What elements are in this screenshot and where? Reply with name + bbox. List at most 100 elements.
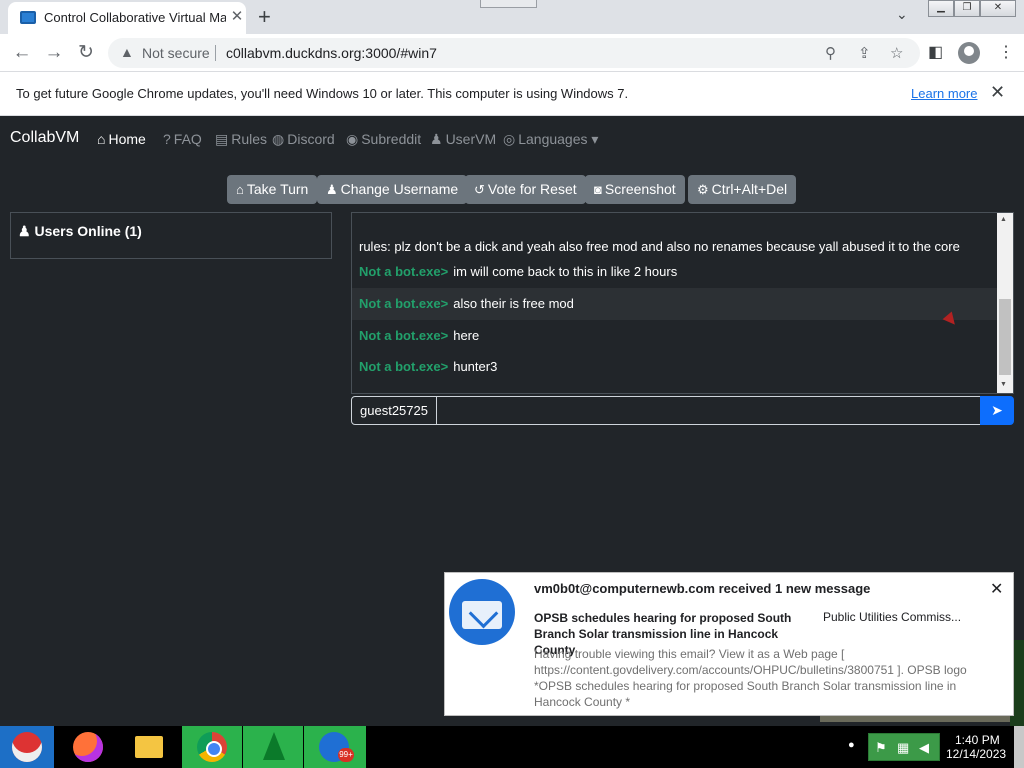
profile-avatar-icon[interactable] bbox=[958, 42, 980, 64]
chat-username: Not a bot.exe> bbox=[359, 264, 449, 279]
vote-reset-button[interactable]: ↺ Vote for Reset bbox=[465, 175, 586, 204]
thunderbird-logo-icon bbox=[449, 579, 515, 645]
camera-icon: ◙ bbox=[594, 182, 602, 197]
nav-subreddit-label: Subreddit bbox=[361, 131, 422, 147]
user-icon: ♟ bbox=[430, 131, 443, 147]
taskbar-firefox[interactable] bbox=[58, 726, 118, 768]
ctrl-alt-del-button[interactable]: ⚙ Ctrl+Alt+Del bbox=[688, 175, 797, 204]
email-preview: Having trouble viewing this email? View … bbox=[534, 647, 967, 709]
forward-arrow-icon[interactable]: → bbox=[42, 41, 66, 65]
site-navbar: CollabVM ⌂ Home ? FAQ ▤ Rules ◍ Discord ◉ Sub… bbox=[0, 116, 1024, 162]
bookmark-star-icon[interactable]: ☆ bbox=[890, 44, 903, 62]
address-bar[interactable]: ▲ Not secure c0llabvm.duckdns.org:3000/#… bbox=[108, 38, 920, 68]
browser-tab[interactable]: Control Collaborative Virtual Machines ✕ bbox=[8, 2, 246, 34]
users-online-label: Users Online (1) bbox=[34, 223, 142, 239]
reload-icon[interactable]: ↻ bbox=[74, 41, 98, 65]
infobar-message: To get future Google Chrome updates, you… bbox=[16, 86, 629, 101]
chat-message: Not a bot.exe> here bbox=[352, 320, 997, 352]
reddit-icon: ◉ bbox=[346, 131, 359, 147]
network-icon[interactable]: ▦ bbox=[897, 740, 909, 756]
screenshot-button[interactable]: ◙ Screenshot bbox=[585, 175, 685, 204]
warning-triangle-icon[interactable]: ▲ bbox=[120, 44, 134, 60]
nav-faq-label: FAQ bbox=[173, 131, 202, 147]
learn-more-link[interactable]: Learn more bbox=[911, 86, 977, 101]
clock-time[interactable]: 1:40 PM bbox=[955, 733, 1000, 747]
send-button[interactable]: ➤ bbox=[980, 396, 1014, 425]
mouse-icon: ⌂ bbox=[236, 182, 244, 197]
system-tray: ⚑ ▦ ◀ bbox=[868, 733, 940, 761]
discord-icon: ◍ bbox=[272, 131, 285, 147]
chrome-icon bbox=[197, 732, 227, 762]
vote-reset-label: Vote for Reset bbox=[487, 181, 577, 197]
url-text[interactable]: c0llabvm.duckdns.org:3000/#win7 bbox=[226, 45, 437, 61]
chat-text: here bbox=[453, 328, 480, 343]
share-icon[interactable]: ⇪ bbox=[858, 44, 871, 62]
chat-input[interactable] bbox=[437, 396, 981, 425]
taskbar-explorer[interactable] bbox=[118, 726, 178, 768]
chat-scrollbar[interactable]: ▲ ▼ bbox=[997, 213, 1013, 393]
chat-text: im will come back to this in like 2 hour… bbox=[453, 264, 678, 279]
nav-uservm-label: UserVM bbox=[445, 131, 497, 147]
close-window-button[interactable]: ✕ bbox=[980, 0, 1016, 17]
taskbar-thunderbird[interactable]: 99+ bbox=[304, 726, 366, 768]
nav-discord[interactable]: ◍ Discord bbox=[272, 131, 335, 148]
show-desktop-button[interactable] bbox=[1014, 726, 1024, 768]
nav-subreddit[interactable]: ◉ Subreddit bbox=[346, 131, 421, 148]
not-secure-label[interactable]: Not secure bbox=[142, 45, 210, 61]
nav-languages[interactable]: ◎ Languages ▾ bbox=[503, 131, 598, 148]
volume-icon[interactable]: ◀ bbox=[919, 740, 929, 756]
minimize-button[interactable]: ▁ bbox=[928, 0, 954, 17]
christmas-tree-icon bbox=[263, 732, 285, 760]
take-turn-button[interactable]: ⌂ Take Turn bbox=[227, 175, 318, 204]
tray-dot-icon: ● bbox=[848, 739, 855, 751]
start-button[interactable] bbox=[0, 726, 54, 768]
user-edit-icon: ♟ bbox=[326, 182, 338, 197]
tab-title: Control Collaborative Virtual Machines bbox=[44, 10, 226, 25]
side-panel-icon[interactable]: ◧ bbox=[928, 42, 943, 62]
change-username-button[interactable]: ♟ Change Username bbox=[317, 175, 468, 204]
zoom-magnifier-icon[interactable]: ⚲ bbox=[825, 44, 836, 62]
nav-faq[interactable]: ? FAQ bbox=[163, 131, 202, 147]
window-drag-handle[interactable] bbox=[480, 0, 537, 8]
maximize-button[interactable]: ❐ bbox=[954, 0, 980, 17]
notification-header: vm0b0t@computernewb.com received 1 new m… bbox=[534, 581, 871, 596]
scroll-thumb[interactable] bbox=[999, 299, 1011, 375]
caret-down-icon: ▾ bbox=[591, 131, 599, 147]
take-turn-label: Take Turn bbox=[246, 181, 309, 197]
monitor-icon bbox=[20, 11, 36, 24]
paper-plane-icon: ➤ bbox=[991, 402, 1003, 418]
clipboard-icon: ▤ bbox=[215, 131, 229, 147]
infobar-close-icon[interactable]: ✕ bbox=[990, 82, 1005, 103]
chat-message: Not a bot.exe> hunter3 bbox=[352, 351, 997, 383]
tab-strip: Control Collaborative Virtual Machines ✕… bbox=[0, 0, 1024, 34]
scroll-up-arrow-icon[interactable]: ▲ bbox=[1000, 216, 1007, 223]
gear-icon: ⚙ bbox=[697, 182, 709, 197]
firefox-icon bbox=[73, 732, 103, 762]
chat-message: Not a bot.exe> im will come back to this … bbox=[352, 256, 997, 288]
nav-rules[interactable]: ▤ Rules bbox=[215, 131, 267, 148]
unread-badge: 99+ bbox=[338, 748, 354, 762]
taskbar-chrome[interactable] bbox=[182, 726, 242, 768]
new-tab-button[interactable]: + bbox=[258, 4, 271, 30]
tab-search-chevron-icon[interactable]: ⌄ bbox=[896, 6, 908, 23]
chat-text: rules: plz don't be a dick and yeah also… bbox=[359, 239, 960, 254]
nav-uservm[interactable]: ♟ UserVM bbox=[430, 131, 496, 148]
action-center-flag-icon[interactable]: ⚑ bbox=[875, 740, 887, 756]
chat-username: Not a bot.exe> bbox=[359, 296, 449, 311]
mail-notification[interactable]: vm0b0t@computernewb.com received 1 new m… bbox=[444, 572, 1014, 716]
taskbar-tree-app[interactable] bbox=[243, 726, 303, 768]
question-circle-icon: ? bbox=[163, 131, 171, 147]
rotate-left-icon: ↺ bbox=[474, 182, 485, 197]
back-arrow-icon[interactable]: ← bbox=[10, 41, 34, 65]
nav-home[interactable]: ⌂ Home bbox=[97, 131, 146, 147]
close-tab-icon[interactable]: ✕ bbox=[228, 8, 246, 26]
chat-text: also their is free mod bbox=[453, 296, 574, 311]
clock-date[interactable]: 12/14/2023 bbox=[946, 747, 1006, 761]
users-online-title: ♟ Users Online (1) bbox=[18, 223, 142, 240]
menu-kebab-icon[interactable]: ⋮ bbox=[998, 42, 1014, 62]
brand-logo[interactable]: CollabVM bbox=[10, 129, 79, 147]
scroll-down-arrow-icon[interactable]: ▼ bbox=[1000, 381, 1007, 388]
folder-icon bbox=[135, 736, 163, 758]
notification-close-icon[interactable]: ✕ bbox=[990, 579, 1003, 599]
chat-log[interactable]: rules: plz don't be a dick and yeah also… bbox=[351, 212, 1014, 394]
